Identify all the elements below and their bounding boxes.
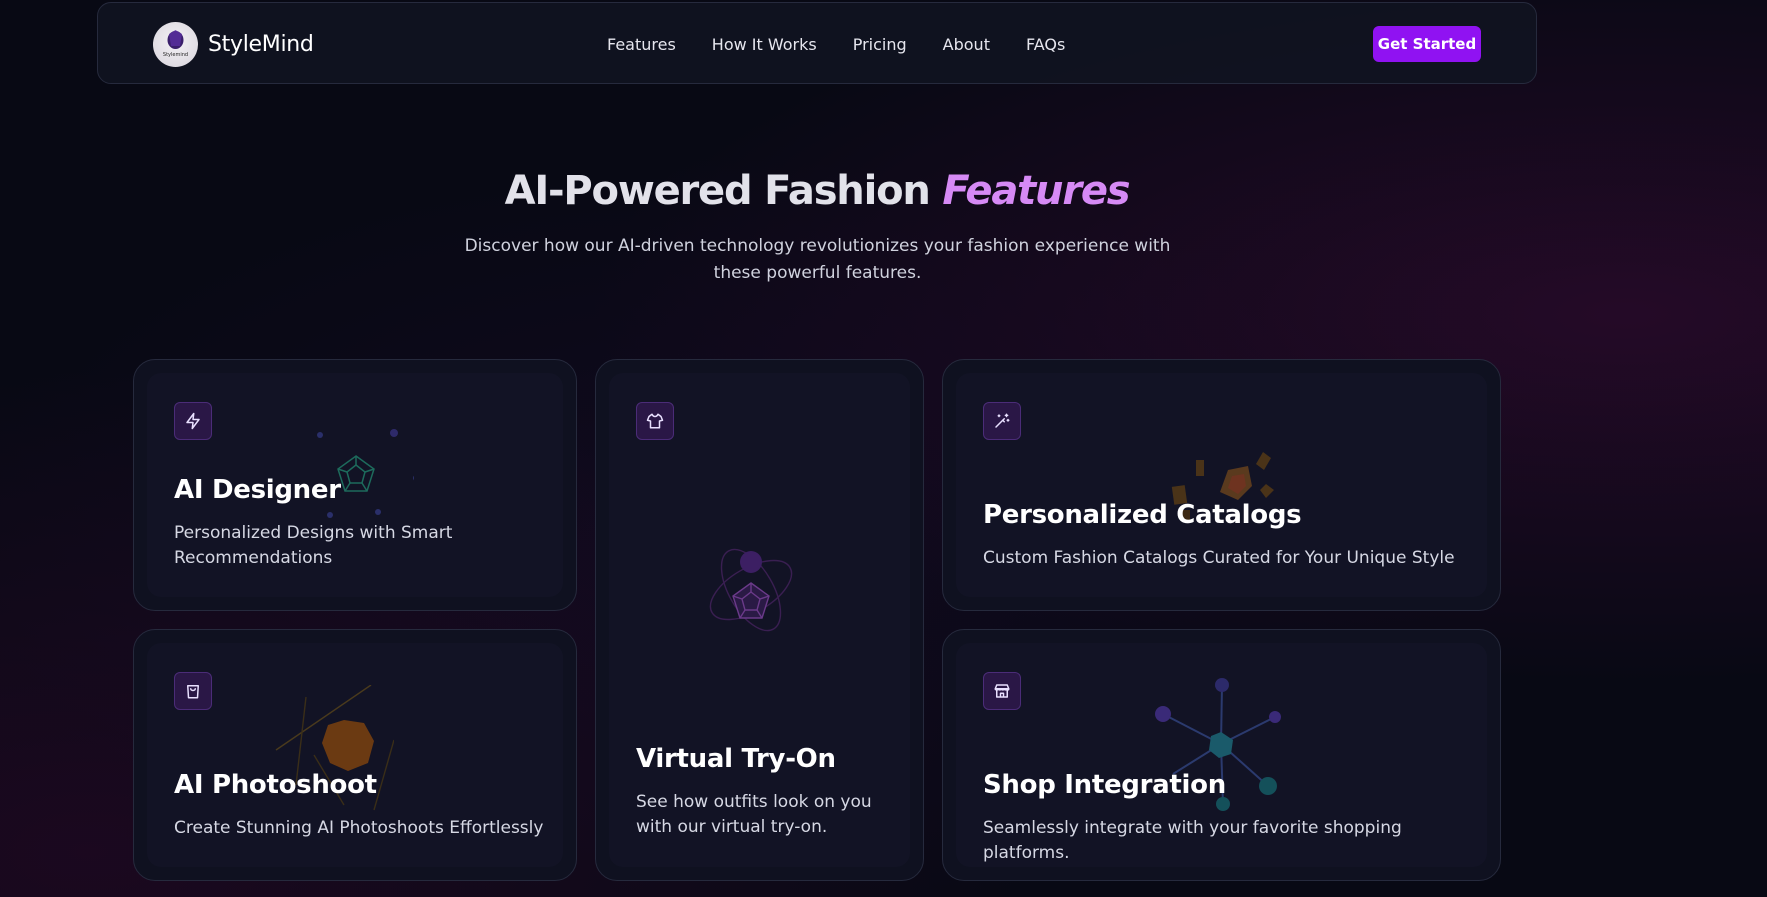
shirt-icon [646,413,664,429]
navbar: Stylemind StyleMind Features How It Work… [97,2,1537,84]
feature-description: Create Stunning AI Photoshoots Effortles… [174,818,544,838]
magic-wand-icon [995,413,1010,428]
lightning-icon [186,412,200,430]
nav-link-pricing[interactable]: Pricing [853,35,907,54]
logo-text: Stylemind [163,52,188,58]
feature-title: Virtual Try-On [636,744,836,774]
feature-description: Custom Fashion Catalogs Curated for Your… [983,548,1455,568]
feature-title: Personalized Catalogs [983,500,1302,530]
feature-title: AI Designer [174,475,341,505]
feature-card-shop-integration[interactable]: Shop Integration Seamlessly integrate wi… [942,629,1501,881]
brand-logo[interactable]: Stylemind [153,21,198,67]
page-subtitle: Discover how our AI-driven technology re… [464,236,1171,283]
feature-description: Personalized Designs with Smart Recommen… [174,523,453,568]
feature-card-ai-photoshoot[interactable]: AI Photoshoot Create Stunning AI Photosh… [133,629,577,881]
nav-links: Features How It Works Pricing About FAQs [607,3,1101,85]
feature-icon-box [983,672,1021,710]
orb-decoration [275,685,394,811]
nav-link-how-it-works[interactable]: How It Works [712,35,817,54]
get-started-button[interactable]: Get Started [1373,26,1481,62]
title-accent: Features [942,168,1130,214]
atom-decoration [709,548,793,632]
feature-icon-box [983,402,1021,440]
shopping-bag-icon [187,685,199,699]
feature-card-ai-designer[interactable]: AI Designer Personalized Designs with Sm… [133,359,577,611]
feature-icon-box [174,672,212,710]
feature-card-personalized-catalogs[interactable]: Personalized Catalogs Custom Fashion Cat… [942,359,1501,611]
feature-description: See how outfits look on you with our vir… [636,792,872,837]
feature-description: Seamlessly integrate with your favorite … [983,818,1402,863]
title-main: AI-Powered Fashion [504,168,931,214]
brand[interactable]: Stylemind StyleMind [153,21,314,67]
feature-icon-box [174,402,212,440]
brand-name[interactable]: StyleMind [208,32,314,57]
feature-title: AI Photoshoot [174,770,377,800]
feature-card-virtual-try-on[interactable]: Virtual Try-On See how outfits look on y… [595,359,924,881]
feature-title: Shop Integration [983,770,1226,800]
page-title: AI-Powered Fashion Features [0,168,1634,214]
feature-icon-box [636,402,674,440]
nav-link-features[interactable]: Features [607,35,676,54]
nav-link-faqs[interactable]: FAQs [1026,35,1065,54]
store-icon [994,684,1010,698]
nav-link-about[interactable]: About [943,35,990,54]
